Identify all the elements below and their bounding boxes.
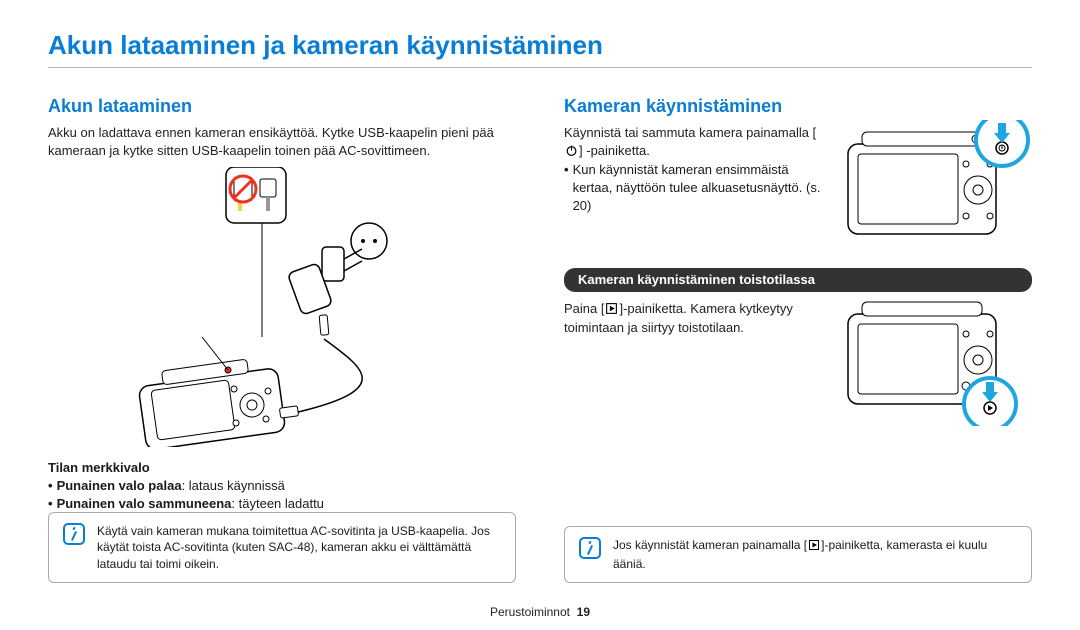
- playback-icon-inline: [808, 539, 820, 555]
- power-heading: Kameran käynnistäminen: [564, 94, 1032, 118]
- led-off-desc: : täyteen ladattu: [231, 496, 324, 511]
- playback-text: Paina []-painiketta. Kamera kytkeytyy to…: [564, 300, 826, 337]
- playback-note: Jos käynnistät kameran painamalla []-pai…: [564, 526, 1032, 582]
- col-charging: Akun lataaminen Akku on ladattava ennen …: [48, 94, 516, 583]
- page-footer: Perustoiminnot 19: [0, 604, 1080, 620]
- led-on-label: Punainen valo palaa: [57, 478, 182, 493]
- playback-icon: [605, 302, 618, 320]
- power-icon: [565, 144, 578, 162]
- footer-section: Perustoiminnot: [490, 605, 570, 619]
- led-on-row: Punainen valo palaa: lataus käynnissä: [48, 477, 516, 495]
- charging-illustration: [48, 167, 516, 447]
- col-power: Kameran käynnistäminen Käynnistä tai sam…: [564, 94, 1032, 583]
- charging-intro: Akku on ladattava ennen kameran ensikäyt…: [48, 124, 516, 159]
- playback-note-text: Jos käynnistät kameran painamalla []-pai…: [613, 537, 1017, 571]
- playback-illustration: [842, 296, 1032, 426]
- info-icon: [63, 523, 85, 545]
- info-icon: [579, 537, 601, 559]
- power-intro: Käynnistä tai sammuta kamera painamalla …: [564, 124, 826, 161]
- page-title: Akun lataaminen ja kameran käynnistämine…: [48, 28, 1032, 68]
- content-columns: Akun lataaminen Akku on ladattava ennen …: [48, 94, 1032, 583]
- power-illustration: [842, 120, 1032, 250]
- footer-page: 19: [577, 605, 590, 619]
- led-off-row: Punainen valo sammuneena: täyteen ladatt…: [48, 495, 516, 513]
- led-on-desc: : lataus käynnissä: [182, 478, 285, 493]
- status-label: Tilan merkkivalo: [48, 459, 516, 477]
- led-off-label: Punainen valo sammuneena: [57, 496, 232, 511]
- charging-note: Käytä vain kameran mukana toimitettua AC…: [48, 512, 516, 583]
- charging-heading: Akun lataaminen: [48, 94, 516, 118]
- charging-note-text: Käytä vain kameran mukana toimitettua AC…: [97, 523, 501, 572]
- playback-mode-pill: Kameran käynnistäminen toistotilassa: [564, 268, 1032, 292]
- first-boot-bullet: Kun käynnistät kameran ensimmäistä kerta…: [564, 161, 826, 214]
